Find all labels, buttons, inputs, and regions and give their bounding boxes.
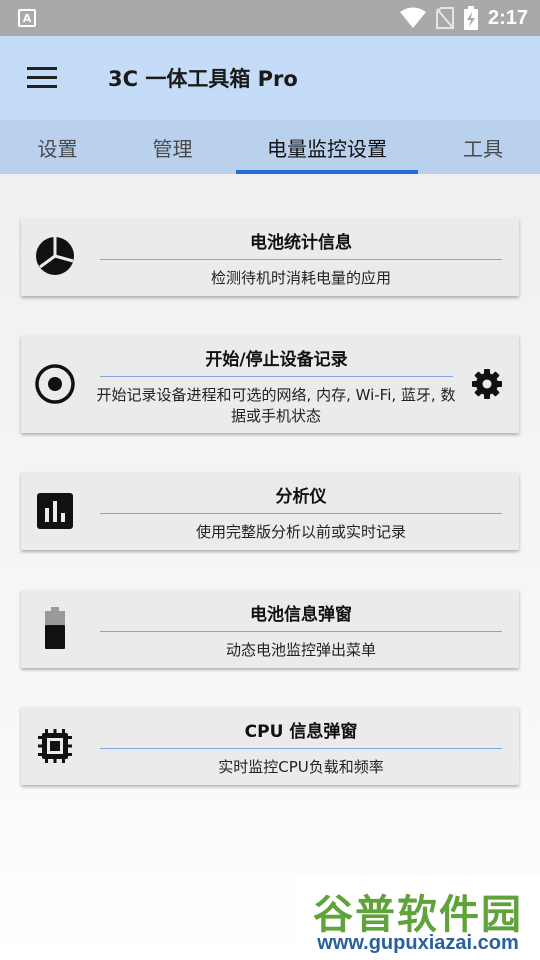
hamburger-menu-icon	[27, 67, 57, 88]
card-divider	[100, 748, 502, 749]
card-divider	[100, 259, 502, 260]
tab-tools[interactable]: 工具	[430, 120, 536, 174]
tab-power-monitor-settings[interactable]: 电量监控设置	[236, 120, 418, 174]
app-bar: 3C 一体工具箱 Pro	[0, 36, 540, 120]
battery-popup-card[interactable]: 电池信息弹窗 动态电池监控弹出菜单	[21, 590, 519, 668]
menu-button[interactable]	[0, 36, 84, 120]
card-title: 开始/停止设备记录	[205, 350, 348, 370]
tab-settings[interactable]: 设置	[0, 120, 115, 174]
card-description: 开始记录设备进程和可选的网络, 内存, Wi-Fi, 蓝牙, 数据或手机状态	[96, 386, 456, 425]
card-title: 电池统计信息	[250, 233, 352, 253]
analyzer-card[interactable]: 分析仪 使用完整版分析以前或实时记录	[21, 472, 519, 550]
bar-chart-icon	[33, 489, 77, 533]
card-description: 检测待机时消耗电量的应用	[210, 269, 391, 287]
tab-indicator	[236, 170, 418, 174]
card-divider	[100, 513, 502, 514]
device-record-card[interactable]: 开始/停止设备记录 开始记录设备进程和可选的网络, 内存, Wi-Fi, 蓝牙,…	[21, 335, 519, 433]
tab-bar: 设置 管理 电量监控设置 工具	[0, 120, 540, 174]
tab-manage[interactable]: 管理	[115, 120, 230, 174]
battery-charging-icon	[463, 6, 478, 30]
card-description: 实时监控CPU负载和频率	[218, 758, 384, 776]
battery-stats-card[interactable]: 电池统计信息 检测待机时消耗电量的应用	[21, 218, 519, 296]
record-settings-button[interactable]	[469, 366, 505, 402]
wifi-icon	[399, 7, 426, 28]
card-divider	[100, 631, 502, 632]
battery-icon	[33, 606, 77, 650]
watermark-url: www.gupuxiazai.com	[317, 932, 519, 954]
card-title: 分析仪	[275, 487, 327, 507]
watermark: 谷普软件园 www.gupuxiazai.com	[296, 876, 540, 960]
status-time: 2:17	[487, 6, 528, 29]
no-sim-icon	[435, 7, 454, 29]
card-title: 电池信息弹窗	[250, 605, 352, 625]
cpu-chip-icon	[33, 724, 77, 768]
card-description: 使用完整版分析以前或实时记录	[195, 523, 406, 541]
card-divider	[100, 376, 453, 377]
cpu-popup-card[interactable]: CPU 信息弹窗 实时监控CPU负载和频率	[21, 707, 519, 785]
gear-icon	[472, 369, 502, 399]
card-description: 动态电池监控弹出菜单	[225, 641, 376, 659]
a-icon: A	[18, 9, 36, 27]
pie-chart-icon	[33, 234, 77, 278]
card-title: CPU 信息弹窗	[244, 722, 358, 742]
record-icon	[33, 362, 77, 406]
app-title: 3C 一体工具箱 Pro	[108, 67, 298, 91]
status-bar: A 2:17	[0, 0, 540, 36]
